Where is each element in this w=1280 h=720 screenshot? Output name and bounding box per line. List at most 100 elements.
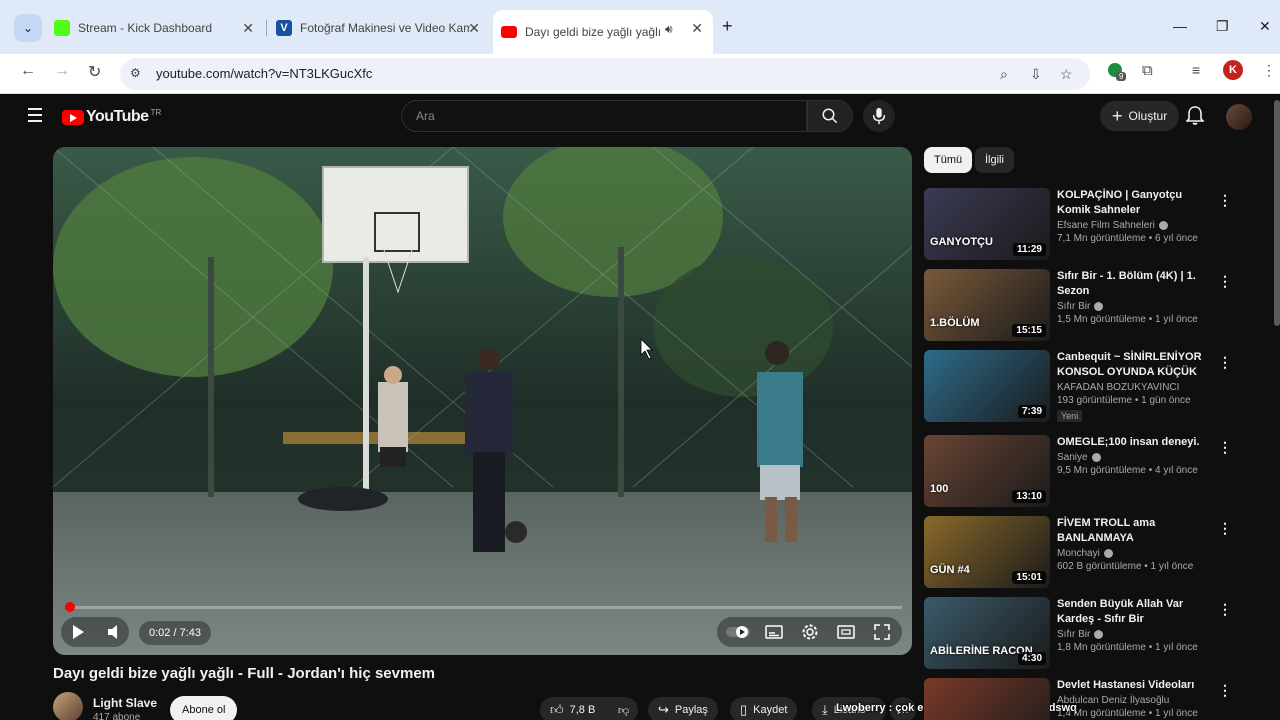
video-thumbnail[interactable]: GANYOTÇU 11:29 xyxy=(924,188,1050,260)
puzzle-extensions-icon[interactable]: ⧉ xyxy=(1142,62,1153,79)
more-vertical-icon[interactable]: ⋮ xyxy=(1218,273,1232,290)
account-avatar[interactable] xyxy=(1226,104,1252,130)
back-arrow-icon[interactable]: ← xyxy=(20,62,36,80)
recommendation-title[interactable]: KOLPAÇİNO | Ganyotçu Komik Sahneler xyxy=(1057,188,1209,218)
close-tab-icon[interactable]: ✕ xyxy=(691,20,703,37)
subscribe-button[interactable]: Abone ol xyxy=(170,696,238,720)
new-tab-button[interactable]: + xyxy=(722,16,733,37)
recommendation-channel[interactable]: Abdulcan Deniz İlyasoğlu xyxy=(1057,695,1169,706)
search-button[interactable] xyxy=(807,100,853,132)
recommendation-item[interactable]: GÜN #4 15:01 FİVEM TROLL ama BANLANMAYA … xyxy=(924,516,1232,594)
youtube-logo[interactable]: YouTube TR xyxy=(62,108,161,126)
verified-check-icon xyxy=(1094,630,1104,639)
recommendation-channel[interactable]: KAFADAN BOZUKYAVINCI xyxy=(1057,382,1179,393)
search-input[interactable] xyxy=(416,109,786,123)
browser-tab-strip: ⌄ Stream - Kick Dashboard ✕ V Fotoğraf M… xyxy=(0,0,1280,54)
recommendation-item[interactable]: 7:39 Canbequit ~ SİNİRLENİYOR KONSOL OYU… xyxy=(924,350,1232,428)
more-vertical-icon[interactable]: ⋮ xyxy=(1218,354,1232,371)
speaker-icon[interactable]: 🔊︎ xyxy=(665,22,673,37)
recommendation-item[interactable]: GANYOTÇU 11:29 KOLPAÇİNO | Ganyotçu Komi… xyxy=(924,188,1232,266)
subtitles-button[interactable] xyxy=(765,624,783,645)
recommendation-channel[interactable]: Sıfır Bir xyxy=(1057,629,1090,640)
plus-icon: + xyxy=(722,16,733,36)
recommendation-title[interactable]: Sıfır Bir - 1. Bölüm (4K) | 1. Sezon xyxy=(1057,269,1209,299)
video-duration: 4:30 xyxy=(1017,652,1046,665)
like-button[interactable]: 👍︎ 7,8 B xyxy=(540,697,612,720)
fullscreen-button[interactable] xyxy=(874,624,890,645)
recommendation-channel[interactable]: Sıfır Bir xyxy=(1057,301,1090,312)
browser-menu-icon[interactable]: ⋮ xyxy=(1262,62,1276,79)
profile-avatar[interactable]: K xyxy=(1223,60,1243,80)
video-progress-bar[interactable] xyxy=(65,602,902,612)
autoplay-toggle[interactable] xyxy=(725,625,751,644)
recommendation-channel[interactable]: Monchayi xyxy=(1057,548,1100,559)
bookmark-icon: ▯ xyxy=(740,702,748,717)
notifications-button[interactable] xyxy=(1185,106,1205,131)
restore-icon[interactable]: ❐ xyxy=(1216,18,1229,35)
recommendation-item[interactable]: ABİLERİNE RACON 4:30 Senden Büyük Allah … xyxy=(924,597,1232,675)
tab-title: Fotoğraf Makinesi ve Video Kam xyxy=(300,21,470,35)
video-thumbnail[interactable]: 7:39 xyxy=(924,350,1050,422)
media-queue-icon[interactable]: ≡ xyxy=(1192,62,1200,78)
recommendation-meta: 9,5 Mn görüntüleme • 4 yıl önce xyxy=(1057,465,1198,476)
address-bar[interactable]: ⚙︎ youtube.com/watch?v=NT3LKGucXfc ⌕ ⇩ ☆ xyxy=(120,58,1090,90)
voice-search-button[interactable] xyxy=(863,100,895,132)
recommendation-title[interactable]: Senden Büyük Allah Var Kardeş - Sıfır Bi… xyxy=(1057,597,1209,627)
close-window-icon[interactable]: ✕ xyxy=(1259,18,1271,35)
video-thumbnail[interactable]: Devlet xyxy=(924,678,1050,720)
video-thumbnail[interactable]: ABİLERİNE RACON 4:30 xyxy=(924,597,1050,669)
save-button[interactable]: ▯ Kaydet xyxy=(730,697,798,720)
tab-search-button[interactable]: ⌄ xyxy=(14,14,42,42)
more-vertical-icon[interactable]: ⋮ xyxy=(1218,520,1232,537)
page-scrollbar[interactable] xyxy=(1274,100,1280,326)
play-button[interactable] xyxy=(70,624,86,645)
more-vertical-icon[interactable]: ⋮ xyxy=(1218,601,1232,618)
browser-tab-camera[interactable]: V Fotoğraf Makinesi ve Video Kam ✕ xyxy=(268,10,490,46)
video-duration: 11:29 xyxy=(1012,243,1046,256)
volume-button[interactable] xyxy=(107,624,123,645)
video-player[interactable]: 0:02 / 7:43 xyxy=(53,147,912,655)
settings-button[interactable] xyxy=(801,623,819,646)
bookmark-star-icon[interactable]: ☆ xyxy=(1060,66,1073,83)
recommendation-meta: 1,4 Mn görüntüleme • 1 yıl önce xyxy=(1057,708,1198,719)
install-app-icon[interactable]: ⇩ xyxy=(1030,66,1042,83)
channel-name[interactable]: Light Slave xyxy=(93,696,157,710)
share-button[interactable]: ↪ Paylaş xyxy=(648,697,718,720)
recommendation-title[interactable]: Devlet Hastanesi Videoları xyxy=(1057,678,1209,693)
chip-all[interactable]: Tümü xyxy=(924,147,973,173)
recommendation-title[interactable]: Canbequit ~ SİNİRLENİYOR KONSOL OYUNDA K… xyxy=(1057,350,1209,380)
minimize-icon[interactable]: — xyxy=(1173,18,1187,34)
more-vertical-icon[interactable]: ⋮ xyxy=(1218,192,1232,209)
video-thumbnail[interactable]: 1.BÖLÜM 15:15 xyxy=(924,269,1050,341)
theater-mode-button[interactable] xyxy=(837,624,855,645)
site-info-icon[interactable]: ⚙︎ xyxy=(130,66,141,80)
recommendation-title[interactable]: OMEGLE;100 insan deneyi. xyxy=(1057,435,1209,450)
more-vertical-icon[interactable]: ⋮ xyxy=(1218,439,1232,456)
recommendation-item[interactable]: 1.BÖLÜM 15:15 Sıfır Bir - 1. Bölüm (4K) … xyxy=(924,269,1232,347)
channel-avatar[interactable] xyxy=(53,692,83,720)
recommendation-title[interactable]: FİVEM TROLL ama BANLANMAYA ÇALIŞIYORUM .… xyxy=(1057,516,1209,546)
forward-arrow-icon[interactable]: → xyxy=(54,62,70,80)
recommendation-channel[interactable]: Efsane Film Sahneleri xyxy=(1057,220,1155,231)
browser-tab-kick[interactable]: Stream - Kick Dashboard ✕ xyxy=(46,10,264,46)
video-thumbnail[interactable]: GÜN #4 15:01 xyxy=(924,516,1050,588)
zoom-icon[interactable]: ⌕ xyxy=(1000,66,1008,83)
tab-title: Stream - Kick Dashboard xyxy=(78,21,213,35)
video-thumbnail[interactable]: 100 13:10 xyxy=(924,435,1050,507)
recommendation-channel[interactable]: Saniye xyxy=(1057,452,1088,463)
browser-tab-youtube[interactable]: Dayı geldi bize yağlı yağlı - F 🔊︎ ✕ xyxy=(493,10,713,54)
reload-icon[interactable]: ↻ xyxy=(88,62,101,82)
recommendation-item[interactable]: Devlet Devlet Hastanesi Videoları Abdulc… xyxy=(924,678,1232,720)
create-button[interactable]: + Oluştur xyxy=(1100,101,1180,131)
close-tab-icon[interactable]: ✕ xyxy=(468,20,480,37)
verified-check-icon xyxy=(1158,221,1168,230)
menu-hamburger-icon[interactable] xyxy=(28,108,42,126)
more-vertical-icon[interactable]: ⋮ xyxy=(1218,682,1232,699)
save-label: Kaydet xyxy=(753,704,788,716)
close-tab-icon[interactable]: ✕ xyxy=(242,20,254,37)
thumbnail-caption: 100 xyxy=(930,483,949,495)
search-box xyxy=(401,100,807,132)
recommendation-item[interactable]: 100 13:10 OMEGLE;100 insan deneyi. Saniy… xyxy=(924,435,1232,513)
dislike-button[interactable]: 👎︎ xyxy=(612,697,638,720)
chip-related[interactable]: İlgili xyxy=(975,147,1014,173)
